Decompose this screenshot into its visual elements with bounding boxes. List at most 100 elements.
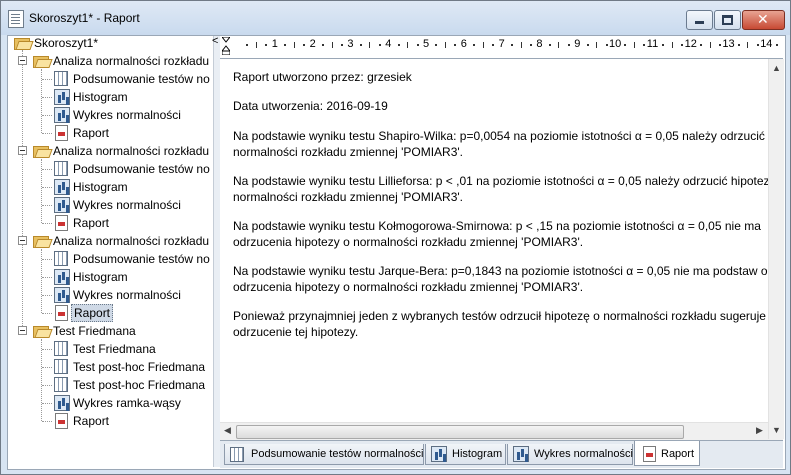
- report-shapiro-line-2: normalności rozkładu zmiennej 'POMIAR3'.: [233, 145, 464, 159]
- ruler-tick: [397, 44, 400, 46]
- chart-icon: [54, 107, 70, 123]
- title-bar[interactable]: Skoroszyt1* - Raport ✕: [1, 1, 790, 35]
- tree-group-label: Analiza normalności rozkładu: [53, 144, 210, 158]
- ruler-tick: [492, 44, 495, 46]
- scroll-right-icon[interactable]: ▶: [756, 425, 763, 436]
- tree-group-3[interactable]: Analiza normalności rozkładu: [16, 232, 213, 250]
- tree-group-label: Analiza normalności rozkładu: [53, 54, 210, 68]
- histogram-icon: [54, 179, 70, 195]
- tree-item-normality-plot[interactable]: Wykres normalności: [42, 196, 213, 214]
- report-ks-line-1: Na podstawie wyniku testu Kołmogorowa-Sm…: [233, 219, 761, 233]
- vertical-scrollbar[interactable]: ▲ ▼: [768, 59, 784, 439]
- ruler-tick: [331, 42, 333, 48]
- ruler: 1 2 3 4 5 6 7 8 9 10 11 12 13 14: [220, 36, 783, 59]
- ruler-number: 4: [385, 38, 392, 50]
- collapse-icon: [18, 56, 27, 65]
- tab-histogram[interactable]: Histogram: [425, 444, 506, 465]
- ruler-tick: [624, 44, 627, 46]
- tree-root[interactable]: Skoroszyt1*: [12, 36, 212, 52]
- ruler-tick: [681, 44, 684, 46]
- tree-item-friedman[interactable]: Test Friedmana: [42, 340, 213, 358]
- folder-open-icon: [33, 325, 53, 338]
- tree-group-1[interactable]: Analiza normalności rozkładu: [16, 52, 213, 70]
- tree-item-summary[interactable]: Podsumowanie testów no: [42, 250, 213, 268]
- ruler-number: 5: [423, 38, 430, 50]
- minimize-button[interactable]: [686, 10, 713, 30]
- ruler-tick: [416, 44, 419, 46]
- horizontal-scrollbar[interactable]: ◀ ▶: [220, 422, 768, 440]
- tree-item-posthoc-2[interactable]: Test post-hoc Friedmana: [42, 376, 213, 394]
- report-conclusion-line-2: odrzucenie tej hipotezy.: [233, 325, 359, 339]
- report-icon: [55, 413, 68, 429]
- ruler-tick: [444, 42, 446, 48]
- report-lilliefors-line-1: Na podstawie wyniku testu Lillieforsa: p…: [233, 174, 770, 188]
- tree-item-report[interactable]: Raport: [42, 214, 213, 232]
- grid-icon: [230, 447, 244, 462]
- tree-item-posthoc-1[interactable]: Test post-hoc Friedmana: [42, 358, 213, 376]
- ruler-tick: [633, 42, 635, 48]
- tree-item-report-selected[interactable]: Raport: [42, 304, 213, 322]
- tree-item-summary[interactable]: Podsumowanie testów no: [42, 70, 213, 88]
- report-lilliefors-line-2: normalności rozkładu zmiennej 'POMIAR3'.: [233, 190, 464, 204]
- ruler-number: 2: [309, 38, 316, 50]
- report-icon: [55, 305, 68, 321]
- histogram-icon: [431, 446, 447, 462]
- ruler-number: 3: [347, 38, 354, 50]
- ruler-tick: [671, 42, 673, 48]
- histogram-icon: [54, 269, 70, 285]
- folder-open-icon: [33, 55, 53, 68]
- report-document[interactable]: Raport utworzono przez: grzesiek Data ut…: [220, 59, 783, 422]
- report-jb-line-2: odrzucenia hipotezy o normalności rozkła…: [233, 280, 584, 294]
- ruler-tick: [473, 44, 476, 46]
- tree-item-histogram[interactable]: Histogram: [42, 88, 213, 106]
- ruler-tick: [605, 44, 608, 46]
- ruler-number: 6: [460, 38, 467, 50]
- workbook-tree[interactable]: Skoroszyt1* Analiza normalności rozkładu…: [8, 36, 213, 467]
- window-title: Skoroszyt1* - Raport: [29, 11, 140, 25]
- tree-item-normality-plot[interactable]: Wykres normalności: [42, 106, 213, 124]
- ruler-number: 1: [271, 38, 278, 50]
- grid-icon: [54, 161, 68, 176]
- ruler-number: 13: [722, 38, 735, 50]
- maximize-button[interactable]: [714, 10, 741, 30]
- ruler-tick: [454, 44, 457, 46]
- scroll-down-icon[interactable]: ▼: [772, 425, 781, 435]
- report-icon: [55, 125, 68, 141]
- tree-item-summary[interactable]: Podsumowanie testów no: [42, 160, 213, 178]
- close-button[interactable]: ✕: [742, 10, 785, 30]
- tree-item-report[interactable]: Raport: [42, 124, 213, 142]
- tree-item-histogram[interactable]: Histogram: [42, 268, 213, 286]
- ruler-tick: [700, 44, 703, 46]
- grid-icon: [54, 377, 68, 392]
- ruler-tick: [511, 44, 514, 46]
- tab-normality-plot[interactable]: Wykres normalności: [507, 444, 633, 465]
- ruler-tick: [293, 42, 295, 48]
- grid-icon: [54, 71, 68, 86]
- grid-icon: [54, 341, 68, 356]
- scrollbar-thumb[interactable]: [236, 425, 684, 439]
- tree-item-histogram[interactable]: Histogram: [42, 178, 213, 196]
- tree-group-2[interactable]: Analiza normalności rozkładu: [16, 142, 213, 160]
- tree-group-4[interactable]: Test Friedmana: [16, 322, 213, 340]
- report-icon: [643, 446, 656, 462]
- indent-marker-icon[interactable]: [222, 37, 230, 55]
- scroll-up-icon[interactable]: ▲: [772, 63, 781, 73]
- scroll-left-icon[interactable]: ◀: [224, 425, 231, 436]
- panel-splitter[interactable]: <: [212, 35, 220, 467]
- ruler-tick: [265, 44, 268, 46]
- close-icon: ✕: [757, 12, 769, 28]
- collapse-icon: [18, 326, 27, 335]
- ruler-tick: [340, 44, 343, 46]
- tree-item-normality-plot[interactable]: Wykres normalności: [42, 286, 213, 304]
- tree-item-report[interactable]: Raport: [42, 412, 213, 430]
- ruler-tick: [558, 42, 560, 48]
- tab-report[interactable]: Raport: [634, 441, 700, 466]
- tab-summary[interactable]: Podsumowanie testów normalności: [224, 444, 424, 465]
- folder-open-icon: [33, 145, 53, 158]
- report-shapiro-line-1: Na podstawie wyniku testu Shapiro-Wilka:…: [233, 129, 775, 143]
- app-icon: [8, 10, 24, 28]
- ruler-tick: [369, 42, 371, 48]
- collapse-panel-icon[interactable]: <: [212, 35, 218, 47]
- ruler-tick: [529, 44, 532, 46]
- tree-item-boxplot[interactable]: Wykres ramka-wąsy: [42, 394, 213, 412]
